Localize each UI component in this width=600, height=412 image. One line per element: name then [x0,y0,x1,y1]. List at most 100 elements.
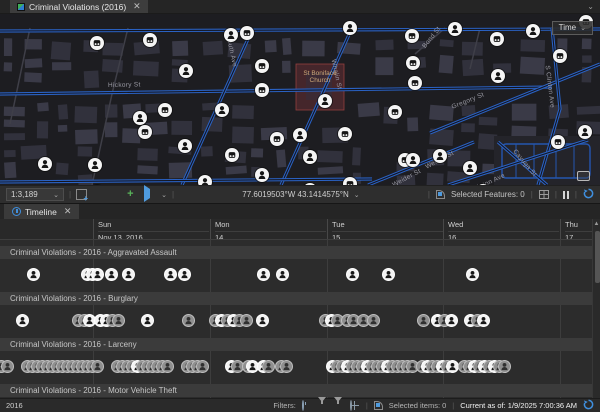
vehicle-incident-marker[interactable] [388,105,402,119]
time-filter-clock-icon[interactable] [302,400,304,411]
timeline-event-marker[interactable] [256,314,269,327]
person-incident-marker[interactable] [578,125,592,139]
timeline-event-marker[interactable] [280,360,293,373]
timeline-event-marker[interactable] [16,314,29,327]
person-incident-marker[interactable] [179,64,193,78]
timeline-event-marker[interactable] [257,268,270,281]
person-incident-marker[interactable] [491,69,505,83]
timeline-row-header[interactable]: Criminal Violations - 2016 - Burglary [0,292,600,305]
chevron-down-icon[interactable]: ⌄ [587,2,594,11]
timeline-event-marker[interactable] [445,314,458,327]
vehicle-incident-marker[interactable] [551,135,565,149]
chevron-down-icon[interactable]: ⌄ [161,191,167,199]
timeline-event-marker[interactable] [276,268,289,281]
timeline-row-header[interactable]: Criminal Violations - 2016 - Motor Vehic… [0,384,600,397]
vehicle-incident-marker[interactable] [90,36,104,50]
vehicle-incident-marker[interactable] [406,56,420,70]
scrollbar-thumb[interactable] [595,231,600,283]
timeline-day-column[interactable]: Tue15 [327,219,443,240]
timeline-date-header[interactable]: SunNov 13, 2016Mon14Tue15Wed16Thu17 [0,219,600,240]
vehicle-incident-marker[interactable] [143,33,157,47]
vehicle-incident-marker[interactable] [343,177,357,185]
attribute-table-icon[interactable] [539,190,549,199]
coordinates-readout[interactable]: 77.6019503°W 43.1414575°N ⌄ [242,190,359,199]
person-incident-marker[interactable] [224,28,238,42]
vehicle-incident-marker[interactable] [138,125,152,139]
vehicle-incident-marker[interactable] [408,76,422,90]
timeline-event-marker[interactable] [262,360,275,373]
vehicle-incident-marker[interactable] [490,32,504,46]
person-incident-marker[interactable] [463,161,477,175]
timeline-row-header[interactable]: Criminal Violations - 2016 - Larceny [0,338,600,351]
timeline-event-marker[interactable] [196,360,209,373]
vehicle-incident-marker[interactable] [255,59,269,73]
timeline-event-marker[interactable] [240,314,253,327]
timeline-day-column[interactable]: Mon14 [210,219,326,240]
add-feature-icon[interactable] [76,189,87,200]
timeline-event-marker[interactable] [498,360,511,373]
person-incident-marker[interactable] [343,21,357,35]
timeline-event-marker[interactable] [27,268,40,281]
scroll-up-icon[interactable]: ▲ [593,219,600,229]
tab-timeline[interactable]: Timeline ✕ [4,204,79,219]
person-incident-marker[interactable] [215,103,229,117]
vehicle-incident-marker[interactable] [225,148,239,162]
overview-extent-icon[interactable] [577,171,590,181]
vehicle-incident-marker[interactable] [158,103,172,117]
timeline-scrollbar[interactable]: ▲ [592,219,600,398]
person-incident-marker[interactable] [88,158,102,172]
time-button[interactable]: Time ⌄ [552,21,593,35]
timeline-event-marker[interactable] [141,314,154,327]
vehicle-incident-marker[interactable] [240,26,254,40]
filter-time-icon[interactable] [318,397,326,411]
filter-icon[interactable] [334,397,342,411]
timeline-event-marker[interactable] [417,314,430,327]
person-incident-marker[interactable] [198,175,212,185]
timeline-event-marker[interactable] [446,360,459,373]
timeline-day-column[interactable]: Wed16 [443,219,559,240]
person-incident-marker[interactable] [133,111,147,125]
vehicle-incident-marker[interactable] [405,29,419,43]
timeline-event-marker[interactable] [161,360,174,373]
timeline-event-marker[interactable] [164,268,177,281]
person-incident-marker[interactable] [293,128,307,142]
timeline-event-marker[interactable] [178,268,191,281]
timeline-event-marker[interactable] [477,314,490,327]
person-incident-marker[interactable] [318,94,332,108]
timeline-event-marker[interactable] [91,360,104,373]
timeline-event-marker[interactable] [346,268,359,281]
person-incident-marker[interactable] [448,22,462,36]
pause-drawing-icon[interactable] [563,191,569,199]
timeline-event-marker[interactable] [105,268,118,281]
vehicle-incident-marker[interactable] [255,83,269,97]
timeline-event-marker[interactable] [367,314,380,327]
timeline-tracks[interactable]: Criminal Violations - 2016 - Aggravated … [0,240,600,398]
timeline-event-marker[interactable] [112,314,125,327]
timeline-event-marker[interactable] [382,268,395,281]
timeline-day-column[interactable]: SunNov 13, 2016 [93,219,209,240]
timeline-event-marker[interactable] [91,268,104,281]
timeline-event-marker[interactable] [182,314,195,327]
scale-select[interactable]: 1:3,189 ⌄ [6,188,64,201]
map-view[interactable]: Hickory StSouth AveWhalin StGregory StBo… [0,14,600,185]
person-incident-marker[interactable] [303,150,317,164]
vehicle-incident-marker[interactable] [338,127,352,141]
person-incident-marker[interactable] [255,168,269,182]
globe-icon[interactable] [350,400,352,411]
timeline-row-header[interactable]: Criminal Violations - 2016 - Aggravated … [0,246,600,259]
close-icon[interactable]: ✕ [64,207,72,216]
tab-criminal-violations-map[interactable]: Criminal Violations (2016) ✕ [10,0,148,13]
refresh-icon[interactable] [583,188,594,201]
person-incident-marker[interactable] [38,157,52,171]
vehicle-incident-marker[interactable] [553,49,567,63]
timeline-event-marker[interactable] [1,360,14,373]
close-icon[interactable]: ✕ [133,2,141,11]
timeline-event-marker[interactable] [466,268,479,281]
person-incident-marker[interactable] [433,149,447,163]
person-incident-marker[interactable] [526,24,540,38]
add-data-icon[interactable]: + [127,189,138,200]
vehicle-incident-marker[interactable] [270,132,284,146]
refresh-icon[interactable] [583,399,594,412]
navigate-icon[interactable] [144,185,150,202]
person-incident-marker[interactable] [178,139,192,153]
